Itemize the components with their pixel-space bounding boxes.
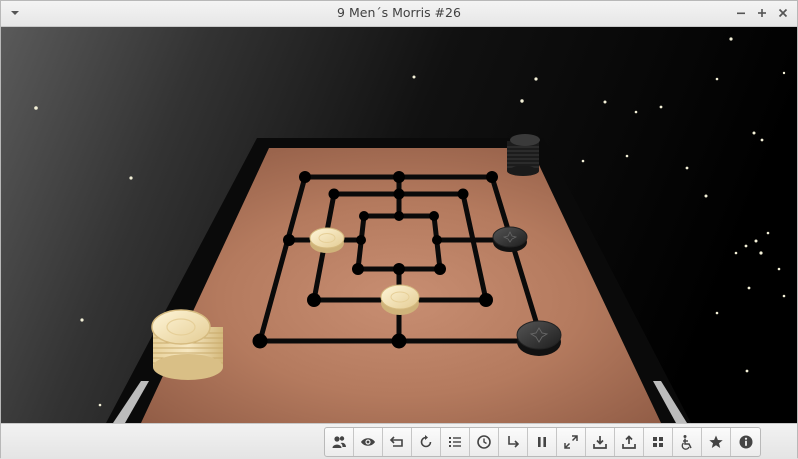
undo-icon[interactable] <box>383 428 412 456</box>
fullscreen-icon[interactable] <box>557 428 586 456</box>
app-window: 9 Men´s Morris #26 <box>0 0 798 459</box>
star-icon[interactable] <box>702 428 731 456</box>
white-piece[interactable] <box>380 284 420 315</box>
maximize-icon[interactable] <box>753 4 771 22</box>
black-piece[interactable] <box>492 226 528 252</box>
move-list-icon[interactable] <box>441 428 470 456</box>
redo-icon[interactable] <box>499 428 528 456</box>
bottom-toolbar <box>1 423 797 459</box>
game-scene <box>1 27 797 423</box>
clock-icon[interactable] <box>470 428 499 456</box>
info-icon[interactable] <box>731 428 760 456</box>
grid-icon[interactable] <box>644 428 673 456</box>
close-icon[interactable] <box>774 4 792 22</box>
eye-icon[interactable] <box>354 428 383 456</box>
black-piece-stack <box>507 134 540 176</box>
upload-icon[interactable] <box>615 428 644 456</box>
pause-icon[interactable] <box>528 428 557 456</box>
title-bar: 9 Men´s Morris #26 <box>1 1 797 27</box>
white-piece[interactable] <box>309 227 345 253</box>
download-icon[interactable] <box>586 428 615 456</box>
window-title: 9 Men´s Morris #26 <box>337 5 461 20</box>
minimize-icon[interactable] <box>732 4 750 22</box>
accessibility-icon[interactable] <box>673 428 702 456</box>
black-piece[interactable] <box>516 320 562 356</box>
players-icon[interactable] <box>325 428 354 456</box>
toolbar-button-group <box>324 427 761 457</box>
restart-icon[interactable] <box>412 428 441 456</box>
